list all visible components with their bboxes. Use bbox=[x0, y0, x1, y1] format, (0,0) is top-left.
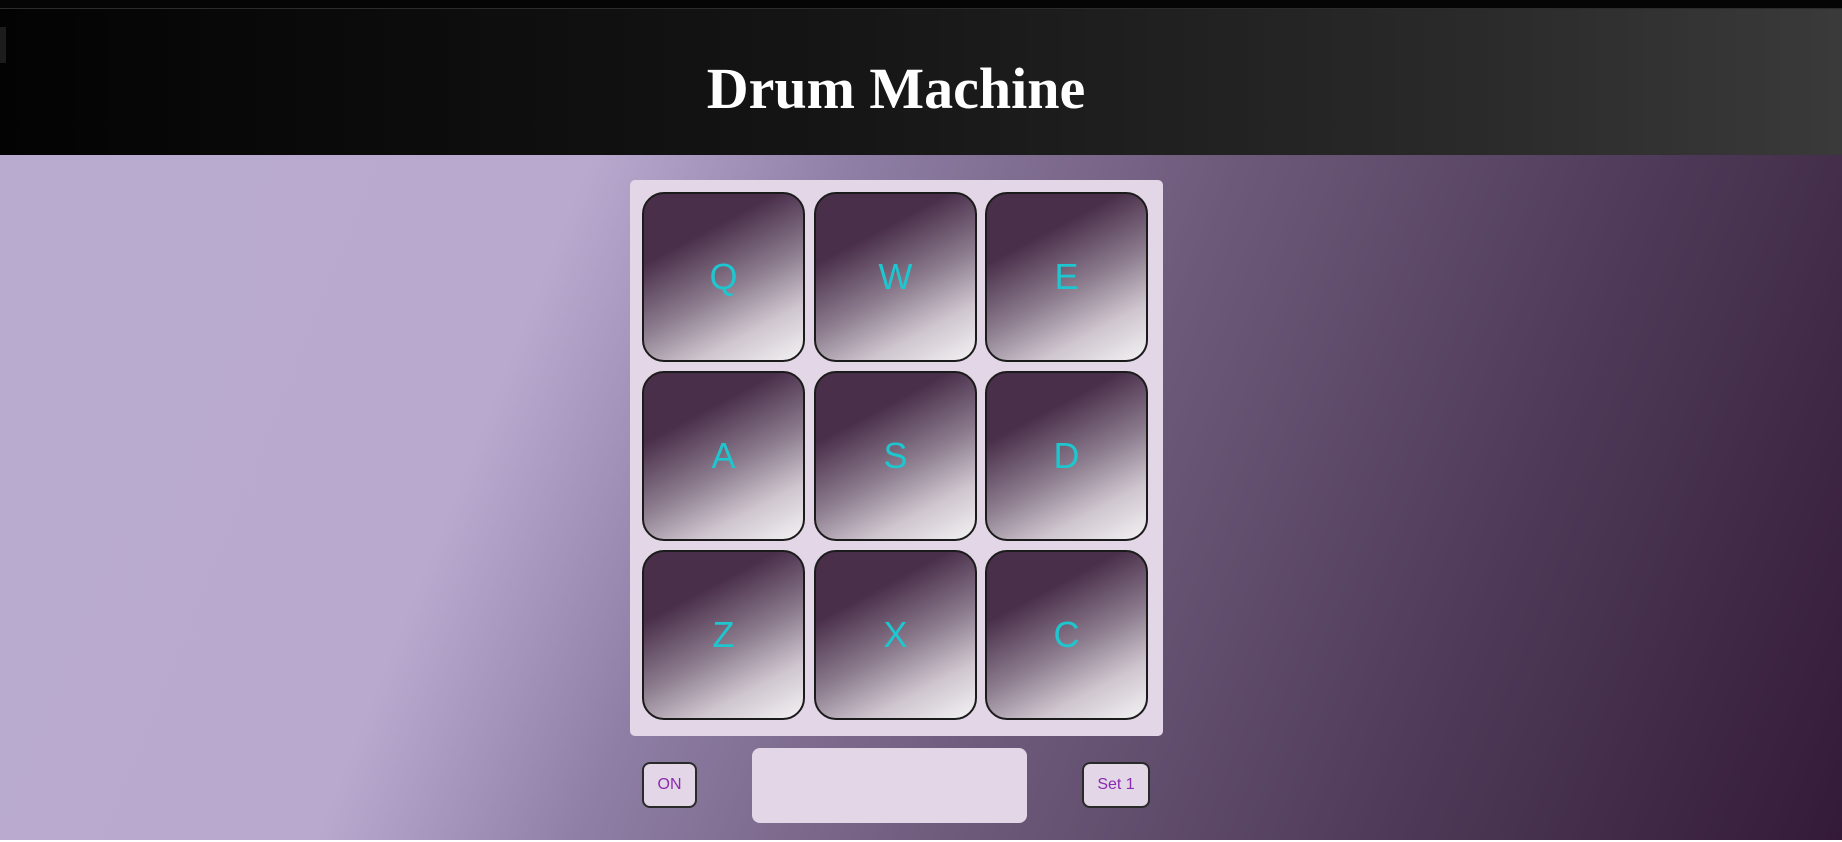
drum-pad-label: Q bbox=[709, 256, 738, 297]
drum-pad-label: W bbox=[878, 256, 913, 297]
drum-pad-label: D bbox=[1053, 435, 1080, 476]
drum-pad-q[interactable]: Q bbox=[642, 192, 805, 362]
header-bar: Drum Machine bbox=[0, 8, 1842, 155]
drum-pad-label: Z bbox=[712, 614, 735, 655]
drum-pad-label: X bbox=[883, 614, 908, 655]
drum-pad-d[interactable]: D bbox=[985, 371, 1148, 541]
top-border bbox=[0, 0, 1842, 8]
bank-button[interactable]: Set 1 bbox=[1082, 762, 1150, 808]
drum-pad-panel: Q W E A S D Z X C bbox=[630, 180, 1163, 736]
drum-pad-a[interactable]: A bbox=[642, 371, 805, 541]
sound-display bbox=[752, 748, 1027, 823]
drum-pad-z[interactable]: Z bbox=[642, 550, 805, 720]
drum-pad-x[interactable]: X bbox=[814, 550, 977, 720]
drum-pad-c[interactable]: C bbox=[985, 550, 1148, 720]
page-title: Drum Machine bbox=[706, 56, 1086, 121]
drum-pad-e[interactable]: E bbox=[985, 192, 1148, 362]
power-button[interactable]: ON bbox=[642, 762, 697, 808]
drum-pad-s[interactable]: S bbox=[814, 371, 977, 541]
drum-pad-label: A bbox=[711, 435, 736, 476]
drum-pad-label: E bbox=[1054, 256, 1079, 297]
drum-pad-label: S bbox=[883, 435, 908, 476]
drum-pad-w[interactable]: W bbox=[814, 192, 977, 362]
drum-pad-label: C bbox=[1053, 614, 1080, 655]
